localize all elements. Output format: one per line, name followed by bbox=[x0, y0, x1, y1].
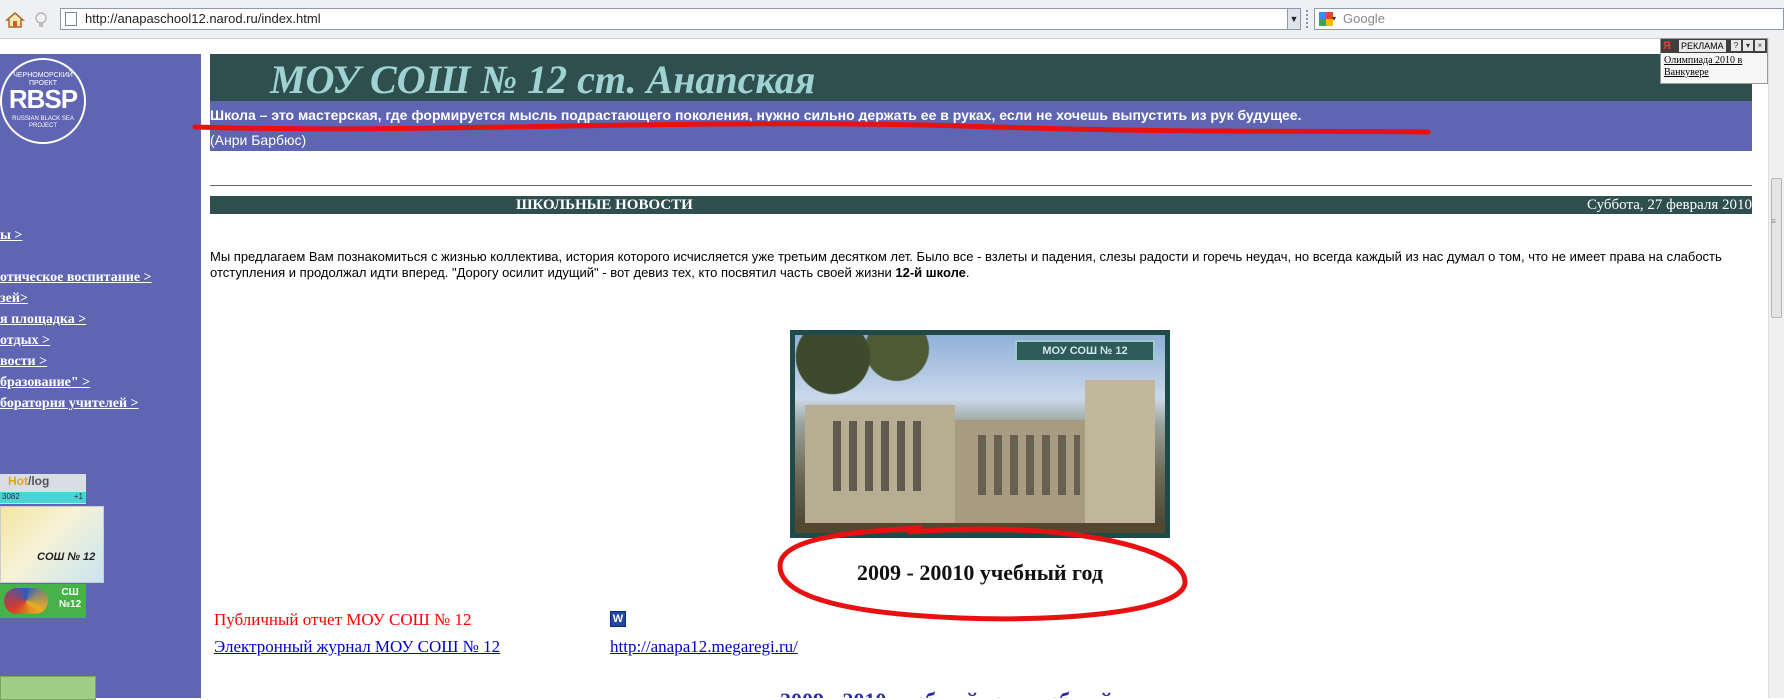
quote-author: (Анри Барбюс) bbox=[210, 132, 307, 148]
photo-sign: МОУ СОШ № 12 bbox=[1015, 340, 1155, 362]
ad-header: Я РЕКЛАМА ? ▾ × bbox=[1661, 39, 1767, 53]
ad-help-button[interactable]: ? bbox=[1731, 40, 1741, 51]
search-placeholder: Google bbox=[1343, 11, 1385, 26]
address-bar[interactable]: http://anapaschool12.narod.ru/index.html bbox=[60, 8, 1300, 30]
header-band: МОУ СОШ № 12 ст. Анапская bbox=[210, 54, 1752, 102]
ring-logo-icon bbox=[4, 588, 48, 614]
school-badge-text: СОШ № 12 bbox=[37, 551, 96, 563]
page-icon bbox=[65, 12, 77, 26]
ad-link[interactable]: Олимпиада 2010 в Ванкувере bbox=[1664, 55, 1766, 79]
hotlog-counter[interactable]: Hot/log 3082 +1 bbox=[0, 474, 86, 504]
windows-left bbox=[825, 421, 925, 491]
bottom-badge[interactable] bbox=[0, 676, 96, 700]
green-badge[interactable]: СШ №12 bbox=[0, 584, 86, 618]
sidebar-link-6[interactable]: вости > bbox=[0, 354, 47, 370]
bulb-icon[interactable] bbox=[30, 9, 52, 31]
counter-count: 3082 bbox=[2, 492, 20, 501]
counter-delta: +1 bbox=[73, 492, 83, 501]
e-journal-url-link[interactable]: http://anapa12.megaregi.ru/ bbox=[610, 637, 798, 657]
intro-paragraph: Мы предлагаем Вам познакомиться с жизнью… bbox=[210, 249, 1750, 281]
word-document-icon[interactable]: W bbox=[610, 611, 626, 627]
search-engine-dropdown-icon[interactable]: ▾ bbox=[1332, 9, 1336, 29]
school-photo-image bbox=[795, 335, 1165, 533]
sidebar-link-1[interactable]: ы > bbox=[0, 228, 22, 244]
logo-bottom-text: RUSSIAN BLACK SEA PROJECT bbox=[12, 116, 74, 129]
home-icon[interactable] bbox=[4, 9, 26, 31]
google-icon[interactable] bbox=[1319, 12, 1333, 26]
news-date: Суббота, 27 февраля 2010 bbox=[1586, 197, 1752, 213]
ad-menu-button[interactable]: ▾ bbox=[1743, 40, 1753, 51]
rbsp-logo[interactable]: ЧЕРНОМОРСКИЙ ПРОЕКТ RBSP RUSSIAN BLACK S… bbox=[0, 58, 86, 144]
ground bbox=[795, 523, 1165, 533]
school-photo: МОУ СОШ № 12 bbox=[790, 330, 1170, 538]
school-year-heading: 2009 - 20010 учебный год bbox=[857, 560, 1103, 585]
building-right bbox=[1085, 380, 1155, 523]
windows-middle bbox=[970, 435, 1080, 495]
browser-toolbar: http://anapaschool12.narod.ru/index.html… bbox=[0, 0, 1784, 39]
ad-close-button[interactable]: × bbox=[1755, 40, 1765, 51]
news-band: ШКОЛЬНЫЕ НОВОСТИ Суббота, 27 февраля 201… bbox=[210, 196, 1752, 214]
sidebar-link-7[interactable]: бразование" > bbox=[0, 375, 90, 391]
counter-name: Hot bbox=[8, 474, 28, 488]
sidebar-link-8[interactable]: боратория учителей > bbox=[0, 396, 139, 412]
quote-text: Школа – это мастерская, где формируется … bbox=[210, 107, 1302, 123]
sidebar-link-2[interactable]: отическое воспитание > bbox=[0, 270, 152, 286]
school-badge[interactable]: СОШ № 12 bbox=[0, 506, 104, 583]
search-input[interactable]: ▾ Google bbox=[1314, 8, 1784, 30]
tree-foliage bbox=[795, 335, 945, 405]
public-report-link[interactable]: Публичный отчет МОУ СОШ № 12 bbox=[214, 610, 471, 630]
intro-end: . bbox=[965, 265, 970, 280]
news-title: ШКОЛЬНЫЕ НОВОСТИ bbox=[516, 197, 693, 213]
green-badge-text: СШ №12 bbox=[58, 587, 82, 610]
sidebar: ЧЕРНОМОРСКИЙ ПРОЕКТ RBSP RUSSIAN BLACK S… bbox=[0, 54, 201, 700]
chevron-down-icon[interactable]: ▼ bbox=[1287, 8, 1301, 30]
vertical-scrollbar[interactable]: ≡ bbox=[1768, 38, 1784, 698]
scroll-thumb[interactable] bbox=[1771, 178, 1782, 318]
sidebar-link-5[interactable]: отдых > bbox=[0, 333, 50, 349]
scroll-grip-icon: ≡ bbox=[1771, 216, 1777, 226]
logo-mark: RBSP bbox=[8, 84, 78, 114]
yandex-logo-icon: Я bbox=[1663, 40, 1671, 52]
sidebar-link-4[interactable]: я площадка > bbox=[0, 312, 86, 328]
quote-band: Школа – это мастерская, где формируется … bbox=[210, 101, 1752, 151]
intro-bold: 12-й школе bbox=[895, 265, 966, 280]
counter-name-2: log bbox=[31, 474, 50, 488]
site-title: МОУ СОШ № 12 ст. Анапская bbox=[270, 57, 816, 102]
ad-label: РЕКЛАМА bbox=[1679, 40, 1726, 52]
toolbar-grip bbox=[1306, 10, 1311, 28]
bottom-partial-heading[interactable]: 2009 - 2010 учебный год, учебный bbox=[780, 688, 1113, 698]
e-journal-link[interactable]: Электронный журнал МОУ СОШ № 12 bbox=[214, 637, 500, 657]
divider bbox=[210, 185, 1752, 186]
yandex-ad-widget[interactable]: Я РЕКЛАМА ? ▾ × Олимпиада 2010 в Ванкуве… bbox=[1660, 38, 1768, 84]
sidebar-link-3[interactable]: зей> bbox=[0, 291, 28, 307]
address-url: http://anapaschool12.narod.ru/index.html bbox=[85, 11, 321, 26]
